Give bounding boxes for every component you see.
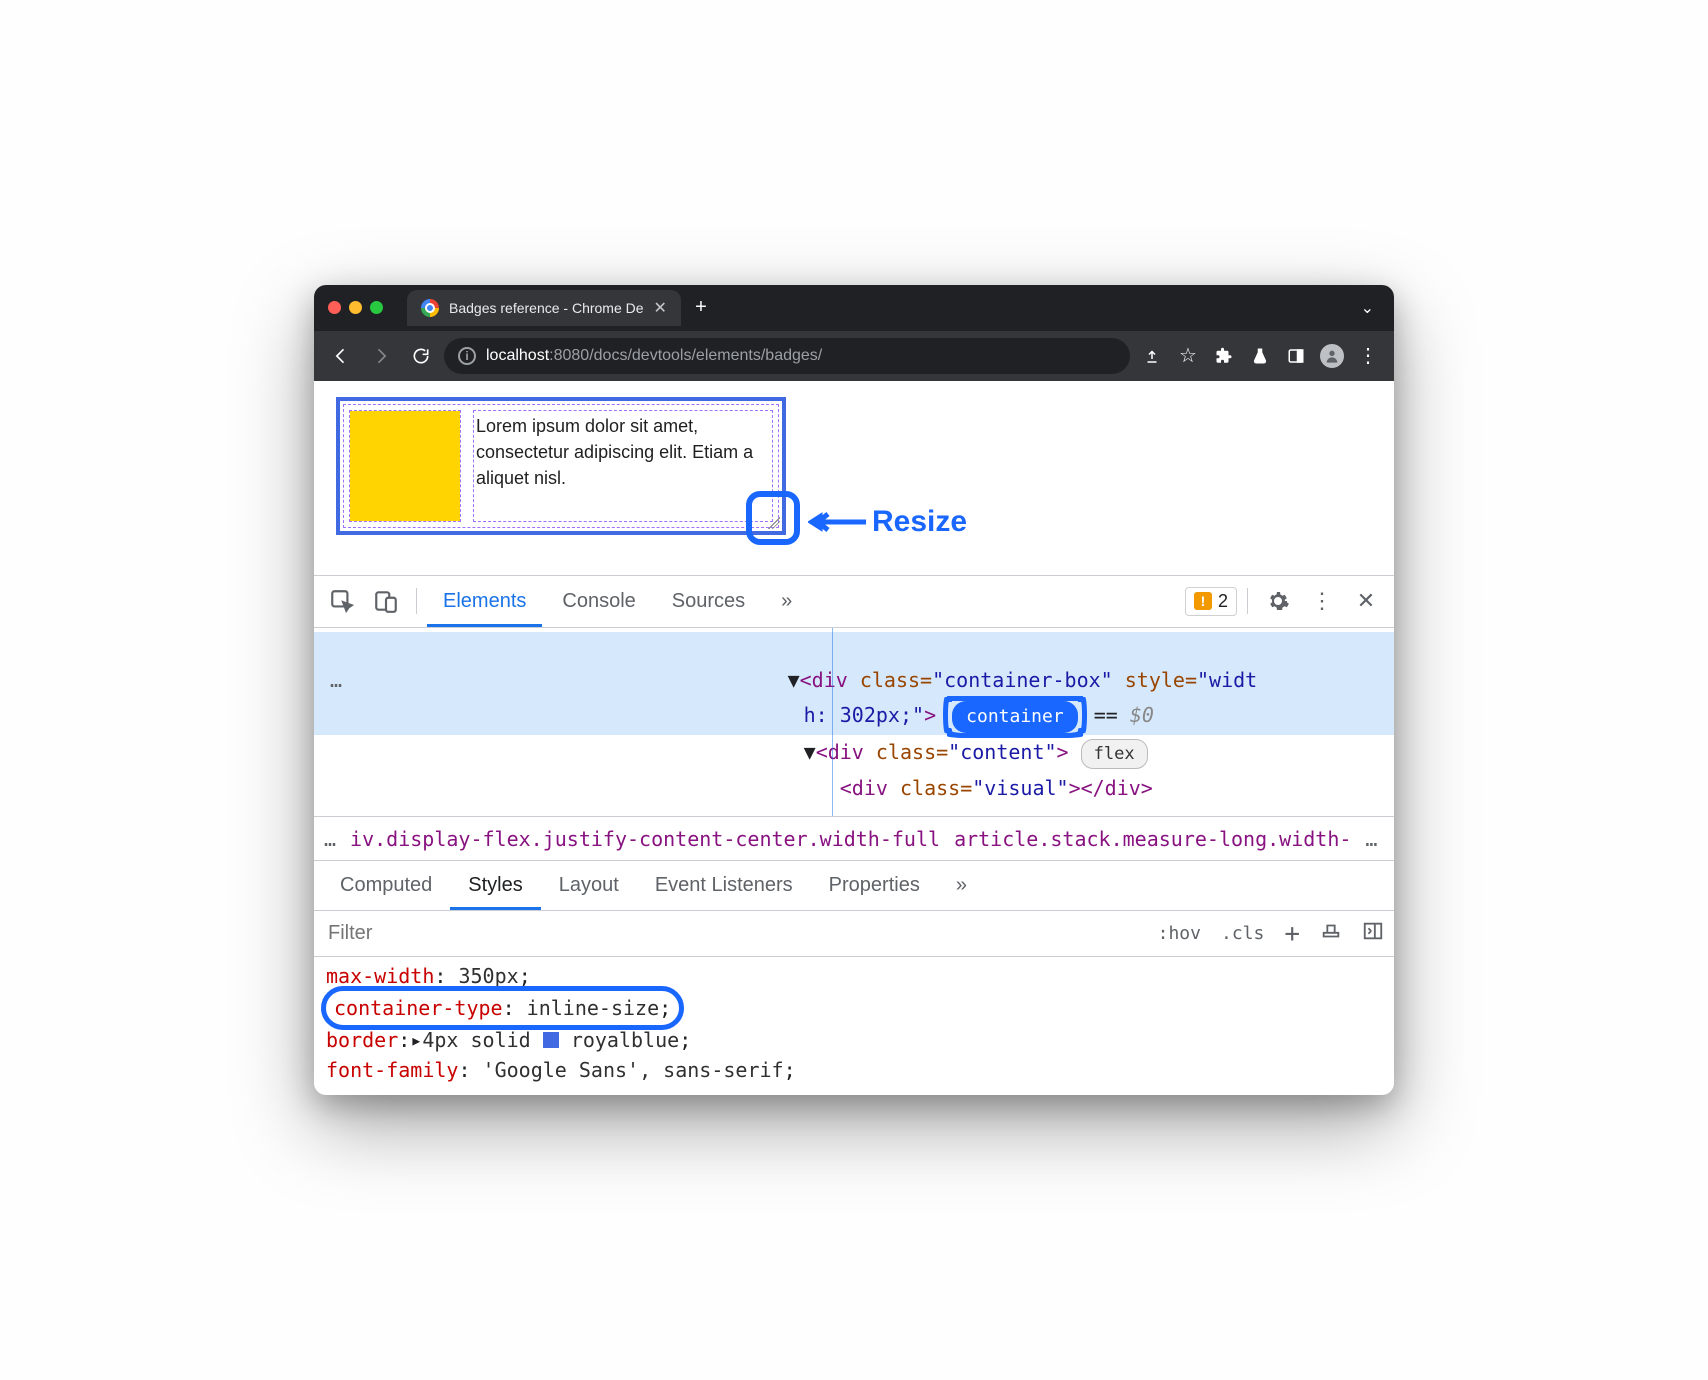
devtools-close-icon[interactable]: ✕ bbox=[1346, 588, 1386, 614]
url-display: localhost:8080/docs/devtools/elements/ba… bbox=[486, 347, 822, 365]
dom-row-selected-2[interactable]: h: 302px;"> container == $0 bbox=[314, 698, 1394, 735]
issues-badge[interactable]: ! 2 bbox=[1185, 587, 1237, 616]
reload-button[interactable] bbox=[404, 339, 438, 373]
device-toggle-icon[interactable] bbox=[366, 588, 406, 614]
crumb-item[interactable]: article.stack.measure-long.width- bbox=[954, 827, 1351, 851]
subtab-layout[interactable]: Layout bbox=[541, 861, 637, 910]
browser-window: Badges reference - Chrome De ✕ + ⌄ i loc… bbox=[314, 285, 1394, 1095]
page-viewport: Lorem ipsum dolor sit amet, consectetur … bbox=[314, 381, 1394, 576]
minimize-window-button[interactable] bbox=[349, 301, 362, 314]
dom-row[interactable]: ▼<div class="content"> flex bbox=[314, 735, 1394, 771]
labs-flask-icon[interactable] bbox=[1244, 340, 1276, 372]
bookmark-star-icon[interactable]: ☆ bbox=[1172, 340, 1204, 372]
paint-brush-icon[interactable] bbox=[1310, 920, 1352, 947]
extensions-puzzle-icon[interactable] bbox=[1208, 340, 1240, 372]
back-button[interactable] bbox=[324, 339, 358, 373]
tab-sources[interactable]: Sources bbox=[656, 576, 761, 627]
dom-row[interactable]: <div class="visual"></div> bbox=[314, 771, 1394, 806]
element-picker-icon[interactable] bbox=[322, 588, 362, 614]
dom-row-selected[interactable]: … ▼<div class="container-box" style="wid… bbox=[314, 632, 1394, 698]
visual-box bbox=[350, 411, 460, 521]
traffic-lights bbox=[328, 301, 383, 314]
resize-handle-highlight bbox=[746, 491, 800, 545]
subtab-styles[interactable]: Styles bbox=[450, 861, 540, 910]
lorem-text: Lorem ipsum dolor sit amet, consectetur … bbox=[474, 411, 772, 521]
warning-icon: ! bbox=[1194, 592, 1212, 610]
address-bar[interactable]: i localhost:8080/docs/devtools/elements/… bbox=[444, 338, 1130, 374]
tab-list-chevron-icon[interactable]: ⌄ bbox=[1351, 298, 1384, 318]
resize-annotation: Resize bbox=[808, 505, 967, 539]
dom-breadcrumbs[interactable]: … iv.display-flex.justify-content-center… bbox=[314, 817, 1394, 861]
dom-tree[interactable]: … ▼<div class="container-box" style="wid… bbox=[314, 628, 1394, 817]
browser-tab[interactable]: Badges reference - Chrome De ✕ bbox=[407, 290, 681, 326]
container-box[interactable]: Lorem ipsum dolor sit amet, consectetur … bbox=[336, 397, 786, 535]
new-style-rule-icon[interactable]: + bbox=[1274, 919, 1310, 949]
css-decl-highlighted[interactable]: container-type: inline-size; bbox=[326, 991, 1382, 1025]
hov-toggle[interactable]: :hov bbox=[1148, 923, 1211, 944]
css-decl[interactable]: border:▸4px solid royalblue; bbox=[326, 1025, 1382, 1055]
color-swatch[interactable] bbox=[543, 1032, 559, 1048]
crumb-more-left[interactable]: … bbox=[324, 827, 336, 851]
devtools-menu-icon[interactable]: ⋮ bbox=[1302, 588, 1342, 614]
close-tab-icon[interactable]: ✕ bbox=[654, 298, 667, 318]
tab-title: Badges reference - Chrome De bbox=[449, 300, 644, 316]
tab-strip: Badges reference - Chrome De ✕ + ⌄ bbox=[314, 285, 1394, 331]
tab-elements[interactable]: Elements bbox=[427, 576, 542, 627]
devtools-tabs: Elements Console Sources » ! 2 ⋮ ✕ bbox=[314, 576, 1394, 628]
site-info-icon[interactable]: i bbox=[458, 347, 476, 365]
new-tab-button[interactable]: + bbox=[687, 294, 715, 322]
container-badge[interactable]: container bbox=[952, 701, 1078, 733]
tab-console[interactable]: Console bbox=[546, 576, 651, 627]
styles-subtabs: Computed Styles Layout Event Listeners P… bbox=[314, 861, 1394, 911]
subtab-more-icon[interactable]: » bbox=[938, 861, 985, 910]
panel-icon[interactable] bbox=[1280, 340, 1312, 372]
share-icon[interactable] bbox=[1136, 340, 1168, 372]
subtab-computed[interactable]: Computed bbox=[322, 861, 450, 910]
profile-avatar[interactable] bbox=[1316, 340, 1348, 372]
styles-filter-input[interactable] bbox=[314, 911, 1148, 956]
devtools-panel: Elements Console Sources » ! 2 ⋮ ✕ … ▼<d… bbox=[314, 576, 1394, 1095]
overflow-menu-icon[interactable]: ⋮ bbox=[1352, 340, 1384, 372]
more-tabs-icon[interactable]: » bbox=[765, 576, 808, 627]
close-window-button[interactable] bbox=[328, 301, 341, 314]
crumb-more-right[interactable]: … bbox=[1365, 827, 1377, 851]
flex-badge[interactable]: flex bbox=[1081, 739, 1148, 769]
issues-count: 2 bbox=[1218, 591, 1228, 612]
css-decl[interactable]: font-family: 'Google Sans', sans-serif; bbox=[326, 1055, 1382, 1085]
styles-filter-row: :hov .cls + bbox=[314, 911, 1394, 957]
subtab-event-listeners[interactable]: Event Listeners bbox=[637, 861, 811, 910]
css-declarations[interactable]: max-width: 350px; container-type: inline… bbox=[314, 957, 1394, 1095]
maximize-window-button[interactable] bbox=[370, 301, 383, 314]
css-decl[interactable]: max-width: 350px; bbox=[326, 961, 1382, 991]
chrome-icon bbox=[421, 299, 439, 317]
forward-button[interactable] bbox=[364, 339, 398, 373]
cls-toggle[interactable]: .cls bbox=[1211, 923, 1274, 944]
crumb-item[interactable]: iv.display-flex.justify-content-center.w… bbox=[350, 827, 940, 851]
sidebar-toggle-icon[interactable] bbox=[1352, 920, 1394, 947]
settings-gear-icon[interactable] bbox=[1258, 589, 1298, 613]
subtab-properties[interactable]: Properties bbox=[811, 861, 938, 910]
navigation-toolbar: i localhost:8080/docs/devtools/elements/… bbox=[314, 331, 1394, 381]
